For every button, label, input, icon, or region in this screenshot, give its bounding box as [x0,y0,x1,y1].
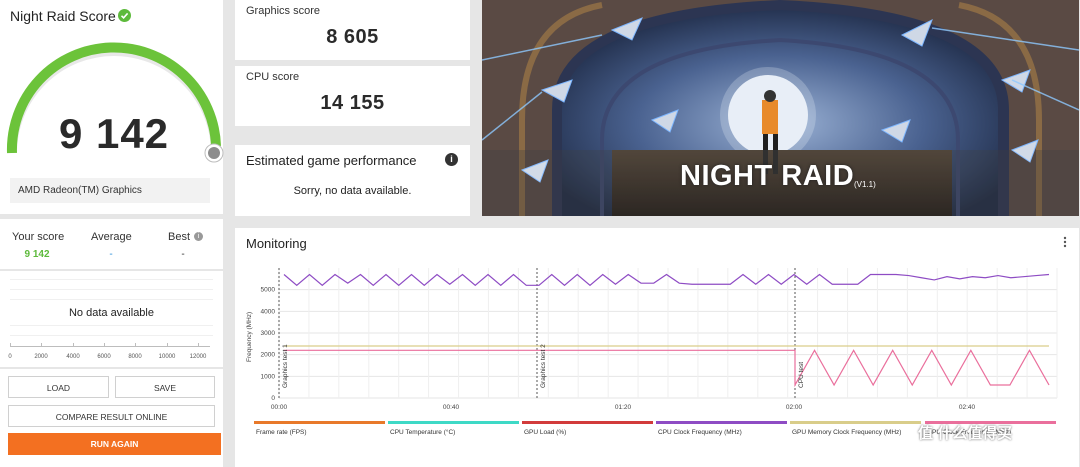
score-panel: Night Raid Score 9 142 AMD Radeon(TM) Gr… [0,0,224,214]
action-buttons: LOAD SAVE COMPARE RESULT ONLINE RUN AGAI… [0,369,223,467]
x-tick-label: 00:40 [443,404,460,411]
x-tick-label: 00:00 [271,404,288,411]
cpu-score-label: CPU score [246,71,300,83]
grid-line [10,279,213,280]
y-tick-label: 4000 [261,308,276,315]
grid-line [10,335,213,336]
average-label: Average [91,231,132,243]
y-tick-label: 3000 [261,330,276,337]
best-label: Best [168,231,191,243]
check-icon [118,9,131,22]
gpu-name: AMD Radeon(TM) Graphics [10,178,210,203]
main-score: 9 142 [58,110,170,157]
tick-mark [167,343,168,347]
watermark: 值 什么值得买 [918,425,1013,442]
legend-swatch [388,421,519,424]
cpu-score-value: 14 155 [320,92,385,114]
graphics-score-card: Graphics score 8 605 [235,0,470,60]
histogram-no-data: No data available [68,307,154,319]
histogram-tick: 12000 [189,354,207,360]
histogram-tick: 8000 [128,354,142,360]
score-histogram: No data available 0 2000 4000 6000 8000 … [0,271,223,367]
x-tick-label: 02:40 [959,404,976,411]
estimated-performance-message: Sorry, no data available. [293,185,412,197]
average-value: - [109,249,113,260]
night-raid-banner: NIGHT RAID (V1.1) [482,0,1079,216]
histogram-tick: 10000 [158,354,176,360]
run-again-button[interactable]: RUN AGAIN [8,433,221,455]
legend-label: CPU Temperature (°C) [390,429,456,436]
grid-line [10,325,213,326]
x-tick-label: 02:00 [786,404,803,411]
y-tick-label: 1000 [261,373,276,380]
estimated-performance-title: Estimated game performance [246,153,417,168]
legend-swatch [656,421,787,424]
legend-label: GPU Memory Clock Frequency (MHz) [792,429,902,436]
banner-version: (V1.1) [854,180,876,189]
load-button[interactable]: LOAD [8,376,109,398]
tick-mark [198,343,199,347]
x-tick-label: 01:20 [615,404,632,411]
tick-mark [135,343,136,347]
y-tick-label: 2000 [261,352,276,359]
legend-swatch [254,421,385,424]
graphics-score-value: 8 605 [326,26,379,48]
histogram-tick: 6000 [97,354,111,360]
legend-swatch [522,421,653,424]
score-comparison: Your score 9 142 Average - Best i - [0,219,223,269]
estimated-performance-card: Estimated game performance i Sorry, no d… [235,145,470,216]
histogram-axis [10,346,210,347]
score-title: Night Raid Score [10,8,116,24]
section-label: Graphics test 1 [282,344,289,388]
compare-online-button[interactable]: COMPARE RESULT ONLINE [8,405,215,427]
legend-label: GPU Load (%) [524,429,567,436]
best-value: - [181,249,185,260]
graphics-score-label: Graphics score [246,5,320,17]
histogram-tick: 4000 [66,354,80,360]
grid-line [10,299,213,300]
tick-mark [41,343,42,347]
y-axis-label: Frequency (MHz) [246,311,253,362]
tick-mark [104,343,105,347]
your-score-value: 9 142 [24,249,50,260]
y-tick-label: 0 [271,395,275,402]
section-label: Graphics test 2 [540,344,547,388]
grid-line [10,289,213,290]
cpu-score-card: CPU score 14 155 [235,66,470,126]
legend-label: CPU Clock Frequency (MHz) [658,429,742,436]
legend-label: Frame rate (FPS) [256,429,307,436]
y-tick-label: 5000 [261,287,276,294]
section-label: CPU test [798,362,805,388]
histogram-tick: 2000 [34,354,48,360]
your-score-label: Your score [12,231,65,243]
banner-title: NIGHT RAID [680,160,855,192]
info-icon[interactable]: i [445,153,458,166]
save-button[interactable]: SAVE [115,376,215,398]
best-info-icon[interactable]: i [194,232,203,241]
tick-mark [73,343,74,347]
histogram-tick: 0 [8,354,12,360]
legend-swatch [790,421,921,424]
tick-mark [10,343,11,347]
